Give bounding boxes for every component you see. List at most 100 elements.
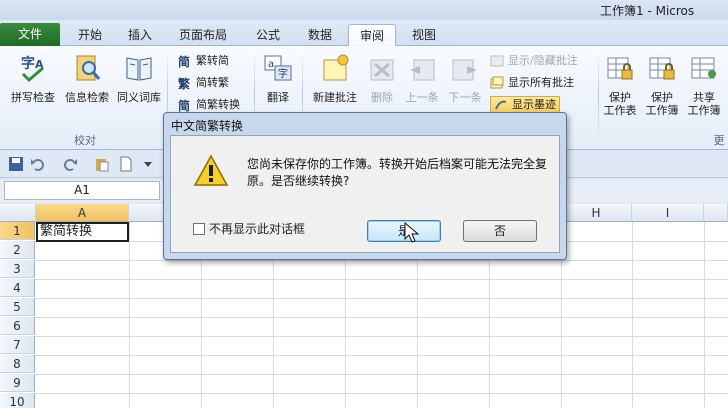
row-header-2[interactable]: 2 — [0, 241, 35, 259]
row-header-6[interactable]: 6 — [0, 317, 35, 335]
tab-data[interactable]: 数据 — [298, 24, 342, 46]
previous-comment-button[interactable]: 上一条 — [402, 52, 442, 104]
group-divider — [598, 50, 599, 142]
mouse-cursor-icon — [404, 222, 420, 243]
dialog-message: 您尚未保存你的工作簿。转换开始后档案可能无法完全复原。是否继续转换? — [247, 157, 548, 188]
svg-text:字: 字 — [278, 67, 288, 80]
row-header-8[interactable]: 8 — [0, 355, 35, 373]
thesaurus-icon — [126, 57, 152, 81]
grid-line — [632, 222, 633, 408]
next-comment-button[interactable]: 下一条 — [444, 52, 486, 104]
select-all-corner[interactable] — [0, 204, 36, 222]
dialog-body: 您尚未保存你的工作簿。转换开始后档案可能无法完全复原。是否继续转换? 不再显示此… — [170, 135, 560, 253]
no-button[interactable]: 否 — [463, 220, 537, 242]
show-hide-comment-label: 显示/隐藏批注 — [508, 54, 578, 67]
translate-label: 翻译 — [267, 91, 289, 104]
trad-to-simp-label: 繁转简 — [196, 54, 229, 67]
paste-icon[interactable] — [94, 156, 110, 172]
delete-comment-button[interactable]: 删除 — [364, 52, 400, 104]
proofing-group-label: 校对 — [74, 134, 96, 147]
trad-to-simp-icon: 简 — [178, 54, 190, 68]
spell-check-button[interactable]: 字 A 拼写检查 — [6, 52, 60, 104]
show-ink-button[interactable]: 显示墨迹 — [490, 96, 560, 113]
simp-to-trad-label: 简转繁 — [196, 76, 229, 89]
tab-page-layout[interactable]: 页面布局 — [170, 24, 236, 46]
row-header-9[interactable]: 9 — [0, 374, 35, 392]
delete-comment-label: 删除 — [371, 91, 393, 104]
window-title: 工作簿1 - Micros — [600, 4, 695, 18]
undo-icon[interactable] — [30, 156, 46, 172]
save-icon[interactable] — [8, 156, 24, 172]
thesaurus-button[interactable]: 同义词库 — [114, 52, 164, 104]
tab-insert[interactable]: 插入 — [120, 24, 160, 46]
show-all-comments-label: 显示所有批注 — [508, 76, 574, 89]
trad-to-simp-button[interactable]: 简 繁转简 — [178, 52, 229, 69]
row-header-10[interactable]: 10 — [0, 393, 35, 408]
simp-to-trad-icon: 繁 — [178, 76, 191, 90]
column-header-next[interactable] — [704, 204, 728, 222]
grid-line — [35, 374, 728, 375]
cell-a1[interactable]: 繁简转换 — [36, 222, 129, 242]
show-hide-comment-button[interactable]: 显示/隐藏批注 — [490, 52, 578, 69]
translate-button[interactable]: a 字 翻译 — [258, 52, 298, 104]
previous-comment-icon — [410, 59, 435, 81]
tab-view[interactable]: 视图 — [402, 24, 446, 46]
grid-line — [129, 222, 130, 408]
name-box[interactable]: A1 — [4, 181, 160, 200]
protect-workbook-button[interactable]: 保护 工作簿 — [642, 52, 682, 117]
row-header-1[interactable]: 1 — [0, 222, 35, 240]
protect-workbook-label-2: 工作簿 — [645, 104, 679, 117]
grid-line — [35, 336, 728, 337]
grid-line — [35, 279, 728, 280]
dont-show-again-label: 不再显示此对话框 — [209, 222, 306, 236]
grid-line — [704, 222, 705, 408]
row-header-7[interactable]: 7 — [0, 336, 35, 354]
research-label: 信息检索 — [65, 91, 109, 104]
svg-text:简: 简 — [178, 98, 190, 112]
svg-text:a: a — [268, 59, 274, 70]
show-all-comments-button[interactable]: 显示所有批注 — [490, 74, 574, 91]
ribbon-tab-row: 文件 开始 插入 页面布局 公式 数据 审阅 视图 — [0, 20, 728, 47]
show-ink-icon — [495, 100, 507, 109]
show-all-comments-icon — [490, 76, 504, 88]
tab-review[interactable]: 审阅 — [348, 24, 396, 47]
column-header-a[interactable]: A — [36, 204, 129, 222]
tab-home[interactable]: 开始 — [70, 24, 110, 46]
share-workbook-button[interactable]: 共享 工作簿 — [684, 52, 724, 117]
warning-icon — [193, 154, 229, 186]
svg-text:繁: 繁 — [178, 76, 191, 90]
row-header-3[interactable]: 3 — [0, 260, 35, 278]
simp-to-trad-button[interactable]: 繁 简转繁 — [178, 74, 229, 91]
row-header-5[interactable]: 5 — [0, 298, 35, 316]
next-comment-icon — [452, 59, 477, 81]
research-icon — [76, 55, 101, 81]
protect-sheet-label-1: 保护 — [609, 91, 631, 104]
chinese-conversion-dialog: 中文简繁转换 您尚未保存你的工作簿。转换开始后档案可能无法完全复原。是否继续转换… — [163, 112, 567, 260]
grid-line — [35, 355, 728, 356]
new-document-icon[interactable] — [118, 156, 134, 172]
chinese-convert-icon: 简 — [178, 98, 190, 112]
tab-file[interactable]: 文件 — [0, 23, 60, 46]
research-button[interactable]: 信息检索 — [60, 52, 114, 104]
column-header-i[interactable]: I — [632, 204, 704, 222]
grid-line — [35, 393, 728, 394]
chinese-convert-label: 简繁转换 — [196, 98, 240, 111]
delete-comment-icon — [370, 59, 394, 81]
dont-show-again-checkbox[interactable]: 不再显示此对话框 — [193, 220, 305, 237]
new-comment-button[interactable]: 新建批注 — [306, 52, 364, 104]
customize-toolbar-icon[interactable] — [140, 156, 156, 172]
row-header-4[interactable]: 4 — [0, 279, 35, 297]
grid-line — [35, 260, 728, 261]
share-workbook-label-2: 工作簿 — [687, 104, 721, 117]
thesaurus-label: 同义词库 — [117, 91, 161, 104]
tab-formulas[interactable]: 公式 — [246, 24, 290, 46]
spell-check-icon: 字 A — [21, 55, 44, 83]
chinese-convert-button[interactable]: 简 简繁转换 — [178, 96, 240, 113]
share-workbook-icon — [691, 57, 716, 79]
checkbox-box[interactable] — [193, 222, 205, 235]
column-header-h[interactable]: H — [561, 204, 632, 222]
redo-icon[interactable] — [62, 156, 78, 172]
protect-sheet-button[interactable]: 保护 工作表 — [600, 52, 640, 117]
excel-window: 工作簿1 - Micros 文件 开始 插入 页面布局 公式 数据 审阅 视图 … — [0, 0, 728, 408]
dialog-title: 中文简繁转换 — [171, 119, 244, 133]
